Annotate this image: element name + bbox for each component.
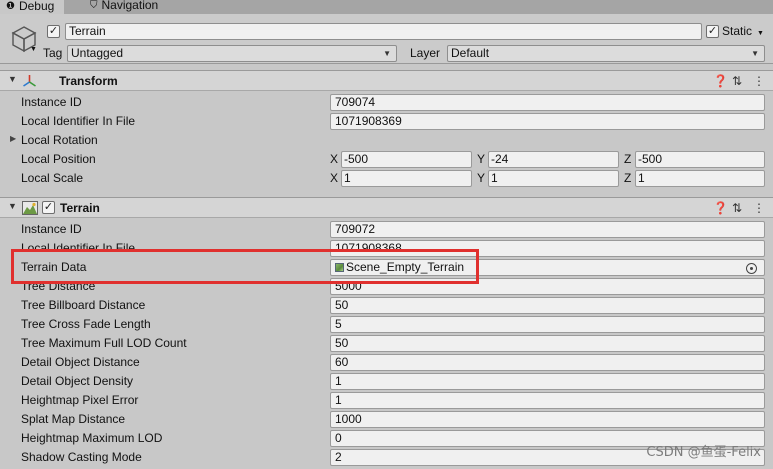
terrain-icon: [22, 201, 38, 215]
property-label: Detail Object Distance: [21, 355, 140, 369]
inspector-header: ▼ ✓ Terrain ✓ Static ▼ Tag Untagged ▼ La…: [0, 14, 773, 64]
property-value-field[interactable]: 5: [330, 316, 765, 333]
transform-local-rotation-row[interactable]: ▶ Local Rotation: [0, 131, 773, 150]
layer-value: Default: [451, 46, 490, 60]
detail-object-density-row: Detail Object Density 1: [0, 372, 773, 391]
transform-local-position-row: Local Position X -500 Y -24 Z -500: [0, 150, 773, 169]
chevron-down-icon: ▼: [383, 49, 391, 58]
z-axis-label: Z: [624, 171, 632, 185]
layer-dropdown[interactable]: Default ▼: [447, 45, 765, 62]
property-label: Heightmap Maximum LOD: [21, 431, 163, 445]
property-value-field[interactable]: 50: [330, 297, 765, 314]
property-value-field[interactable]: 709074: [330, 94, 765, 111]
property-label: Instance ID: [21, 95, 82, 109]
heightmap-pixel-error-row: Heightmap Pixel Error 1: [0, 391, 773, 410]
property-label: Tree Maximum Full LOD Count: [21, 336, 187, 350]
terrain-instance-id-row: Instance ID 709072: [0, 220, 773, 239]
tab-navigation[interactable]: ⛉ Navigation: [84, 0, 174, 14]
tab-debug-label: Debug: [18, 0, 55, 13]
chevron-down-icon: ▼: [751, 49, 759, 58]
static-dropdown-arrow-icon[interactable]: ▼: [757, 26, 764, 41]
detail-object-distance-row: Detail Object Distance 60: [0, 353, 773, 372]
tab-debug[interactable]: ❶ Debug: [0, 0, 64, 14]
transform-local-identifier-row: Local Identifier In File 1071908369: [0, 112, 773, 131]
transform-instance-id-row: Instance ID 709074: [0, 93, 773, 112]
info-icon: ❶: [6, 0, 15, 12]
property-label: Tree Cross Fade Length: [21, 317, 151, 331]
property-value-field[interactable]: 60: [330, 354, 765, 371]
help-icon[interactable]: ❓: [713, 74, 728, 88]
position-z-field[interactable]: -500: [635, 151, 765, 168]
property-label: Local Scale: [21, 171, 84, 185]
preset-sliders-icon[interactable]: ⇅: [732, 201, 742, 215]
tag-dropdown[interactable]: Untagged ▼: [67, 45, 397, 62]
property-label: Shadow Casting Mode: [21, 450, 142, 464]
preset-sliders-icon[interactable]: ⇅: [732, 74, 742, 88]
icon-dropdown-arrow-icon[interactable]: ▼: [30, 42, 37, 57]
x-axis-label: X: [330, 152, 339, 166]
property-label: Heightmap Pixel Error: [21, 393, 139, 407]
property-value-field[interactable]: 1: [330, 392, 765, 409]
property-label: Local Position: [21, 152, 96, 166]
highlight-box: [11, 249, 479, 284]
property-value-field[interactable]: 1071908369: [330, 113, 765, 130]
property-label: Splat Map Distance: [21, 412, 126, 426]
kebab-menu-icon[interactable]: ⋮: [753, 201, 765, 215]
transform-axes-icon: [23, 75, 36, 87]
scale-x-field[interactable]: 1: [341, 170, 472, 187]
object-name-field[interactable]: Terrain: [65, 23, 702, 40]
terrain-title: Terrain: [60, 201, 100, 215]
z-axis-label: Z: [624, 152, 632, 166]
scale-z-field[interactable]: 1: [635, 170, 765, 187]
property-label: Detail Object Density: [21, 374, 134, 388]
tab-bar: ❶ Debug ⛉ Navigation: [0, 0, 773, 14]
transform-component-header[interactable]: ▼ Transform ❓ ⇅ ⋮: [0, 70, 773, 91]
property-label: Tree Billboard Distance: [21, 298, 146, 312]
transform-title: Transform: [59, 74, 118, 88]
tree-cross-fade-length-row: Tree Cross Fade Length 5: [0, 315, 773, 334]
property-label: Local Rotation: [21, 133, 98, 147]
tree-billboard-distance-row: Tree Billboard Distance 50: [0, 296, 773, 315]
x-axis-label: X: [330, 171, 339, 185]
help-icon[interactable]: ❓: [713, 201, 728, 215]
active-checkbox[interactable]: ✓: [47, 25, 60, 38]
terrain-component-header[interactable]: ▼ ✓ Terrain ❓ ⇅ ⋮: [0, 197, 773, 218]
watermark: CSDN @鱼蛋-Felix: [646, 445, 761, 460]
scale-y-field[interactable]: 1: [488, 170, 619, 187]
transform-local-scale-row: Local Scale X 1 Y 1 Z 1: [0, 169, 773, 188]
static-label[interactable]: Static: [722, 24, 752, 39]
foldout-arrow-icon[interactable]: ▶: [10, 134, 16, 143]
property-value-field[interactable]: 709072: [330, 221, 765, 238]
property-value-field[interactable]: 1000: [330, 411, 765, 428]
property-label: Instance ID: [21, 222, 82, 236]
property-label: Local Identifier In File: [21, 114, 136, 128]
foldout-arrow-icon[interactable]: ▼: [8, 74, 17, 84]
property-value-field[interactable]: 1: [330, 373, 765, 390]
y-axis-label: Y: [477, 171, 486, 185]
foldout-arrow-icon[interactable]: ▼: [8, 201, 17, 211]
terrain-enabled-checkbox[interactable]: ✓: [42, 201, 55, 214]
kebab-menu-icon[interactable]: ⋮: [753, 74, 765, 88]
position-x-field[interactable]: -500: [341, 151, 472, 168]
property-value-field[interactable]: 50: [330, 335, 765, 352]
tree-max-full-lod-count-row: Tree Maximum Full LOD Count 50: [0, 334, 773, 353]
position-y-field[interactable]: -24: [488, 151, 619, 168]
splat-map-distance-row: Splat Map Distance 1000: [0, 410, 773, 429]
static-checkbox[interactable]: ✓: [706, 25, 719, 38]
tag-value: Untagged: [71, 46, 124, 60]
object-picker-icon[interactable]: [746, 263, 757, 274]
navigation-icon: ⛉: [90, 0, 98, 11]
tab-navigation-label: Navigation: [101, 0, 159, 12]
y-axis-label: Y: [477, 152, 486, 166]
tag-label: Tag: [43, 46, 63, 60]
layer-label: Layer: [410, 46, 441, 60]
